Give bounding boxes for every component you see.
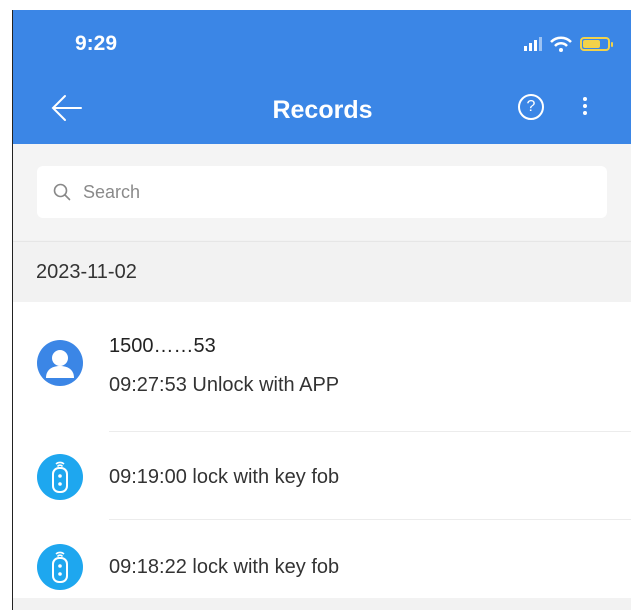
record-text: 09:19:00 lock with key fob [109, 466, 340, 488]
phone-screen: 9:29 Records ? Search 2023-11-02 1500……5… [12, 10, 631, 610]
key-fob-icon [37, 544, 83, 590]
list-footer [13, 598, 631, 610]
record-item[interactable]: 1500……53 09:27:53 Unlock with APP [13, 302, 631, 434]
help-button[interactable]: ? [518, 94, 544, 120]
date-group-header: 2023-11-02 [13, 241, 631, 302]
record-text: 09:27:53 Unlock with APP [109, 374, 340, 396]
user-avatar-icon [37, 340, 83, 386]
group-date: 2023-11-02 [36, 261, 137, 283]
battery-charging-icon [580, 37, 613, 51]
search-input[interactable] [81, 180, 585, 204]
key-fob-icon [37, 454, 83, 500]
record-text: 09:18:22 lock with key fob [109, 556, 340, 578]
more-options-button[interactable] [580, 94, 590, 124]
wifi-icon [550, 36, 572, 52]
record-user: 1500……53 [109, 335, 216, 357]
search-icon [53, 183, 71, 201]
search-box[interactable] [37, 166, 607, 218]
app-header: 9:29 Records ? [13, 10, 631, 144]
search-bar [13, 144, 631, 240]
record-item[interactable]: 09:19:00 lock with key fob [13, 432, 631, 520]
status-icons [524, 36, 613, 52]
nav-bar: Records ? [13, 78, 631, 140]
status-time: 9:29 [75, 32, 118, 55]
records-list: 1500……53 09:27:53 Unlock with APP 09:19:… [13, 302, 631, 610]
record-item[interactable]: 09:18:22 lock with key fob [13, 520, 631, 600]
signal-icon [524, 37, 542, 51]
